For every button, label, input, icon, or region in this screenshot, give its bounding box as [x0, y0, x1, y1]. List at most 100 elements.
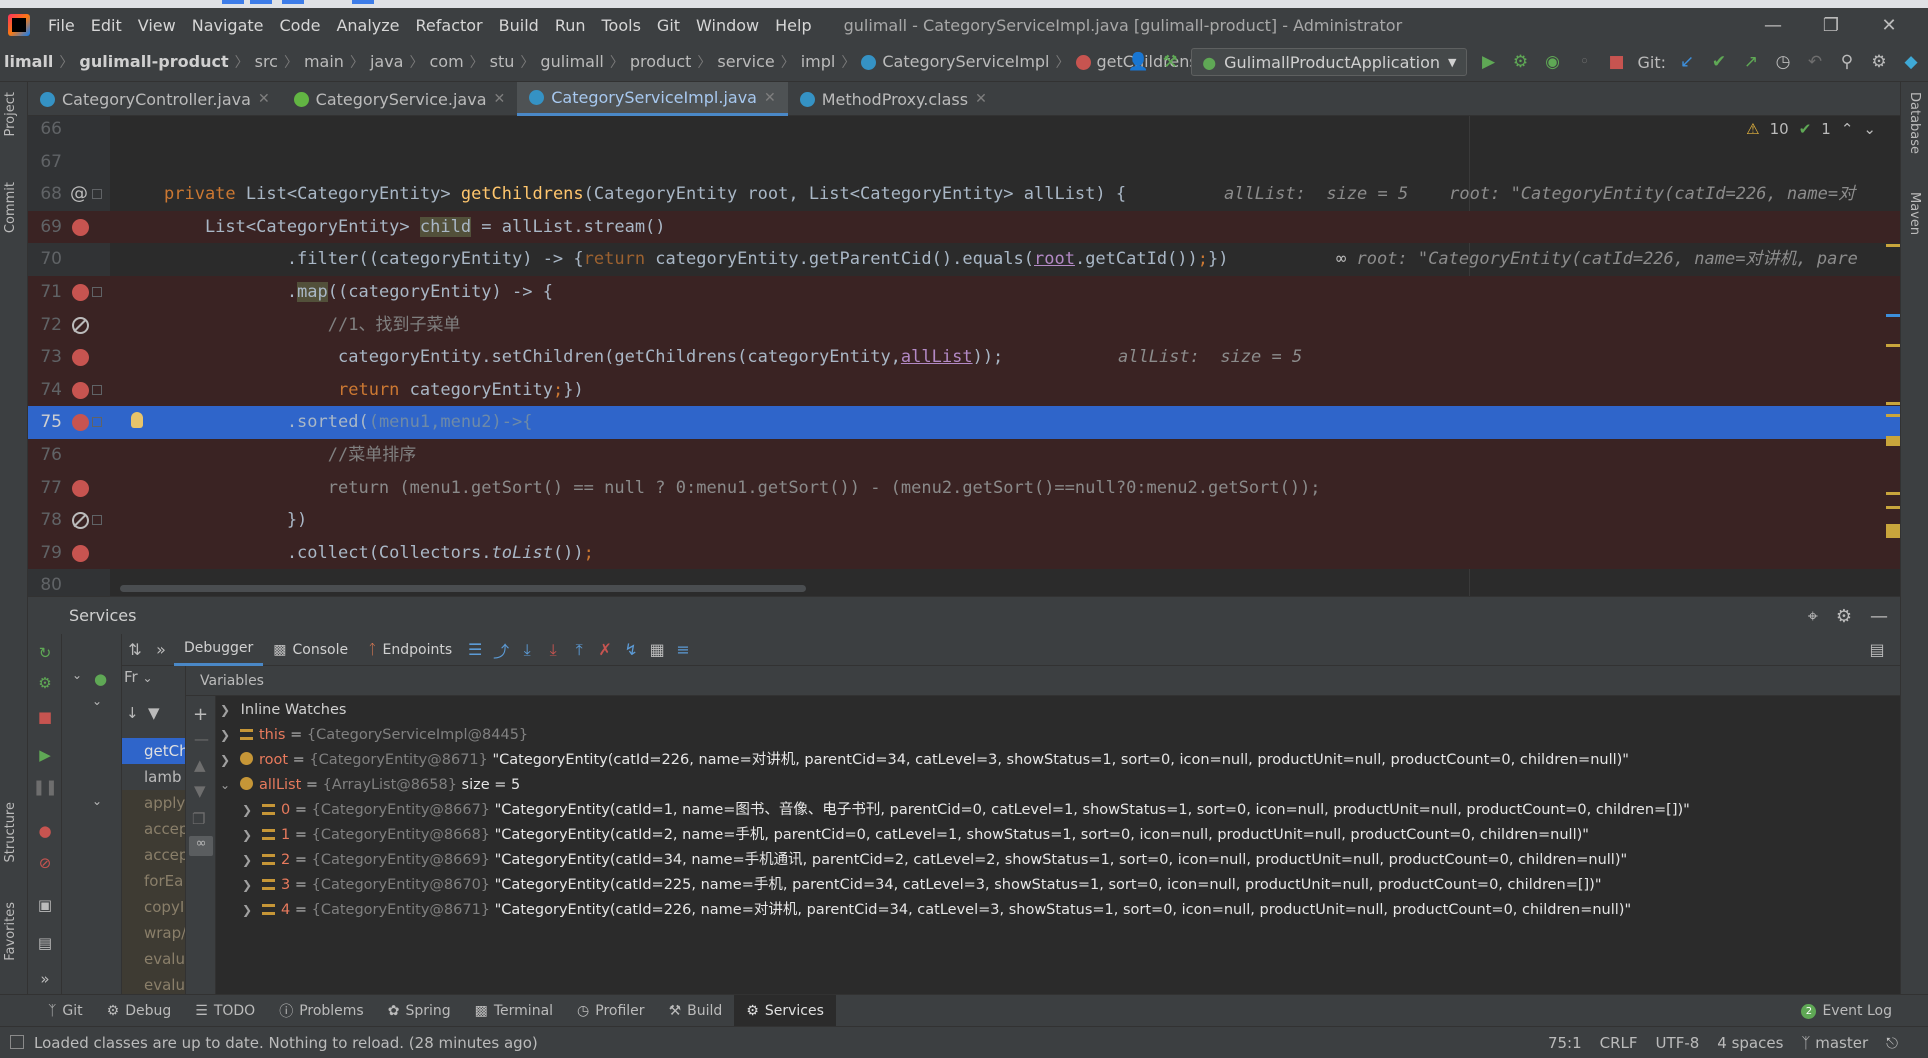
tool-debug[interactable]: ⚙ Debug	[95, 995, 184, 1027]
tab-category-service-impl[interactable]: CategoryServiceImpl.java ✕	[517, 82, 788, 116]
drop-frame-icon[interactable]: ✗	[592, 640, 618, 659]
tab-category-service[interactable]: CategoryService.java ✕	[282, 82, 518, 116]
move-down-icon[interactable]: ▼	[194, 782, 206, 800]
lock-icon[interactable]: ⎋	[1886, 1034, 1898, 1052]
plugin-icon[interactable]: ◆	[1900, 51, 1922, 73]
chevron-right-icon[interactable]: ❯	[220, 748, 236, 773]
coverage-icon[interactable]: ◉	[1541, 51, 1563, 73]
error-stripe[interactable]	[1886, 144, 1900, 594]
breakpoint-icon[interactable]	[72, 349, 89, 367]
breadcrumb-product[interactable]: product	[626, 52, 696, 71]
tool-terminal[interactable]: ▩ Terminal	[463, 995, 565, 1027]
rollback-icon[interactable]: ↶	[1804, 51, 1826, 73]
breadcrumb-service[interactable]: service	[713, 52, 778, 71]
variable-row[interactable]: ❯ 1 = {CategoryEntity@8668} "CategoryEnti…	[242, 823, 1589, 848]
debug-icon[interactable]: ⚙	[36, 674, 54, 692]
more-icon[interactable]: »	[148, 640, 174, 659]
muted-breakpoint-icon[interactable]	[72, 512, 89, 530]
restore-icon[interactable]: ❐	[1808, 8, 1854, 42]
mute-breakpoints-icon[interactable]: ⊘	[36, 854, 54, 872]
stripe-mark[interactable]	[1886, 314, 1900, 317]
evaluate-icon[interactable]: ▦	[644, 640, 670, 659]
move-up-icon[interactable]: ▲	[194, 756, 206, 774]
fold-icon[interactable]	[92, 189, 102, 200]
frames-list[interactable]: Fr ⌄ ↓ ▼ getCh lamb apply accep accep fo…	[122, 666, 186, 994]
breadcrumb-src[interactable]: src	[251, 52, 282, 71]
muted-breakpoint-icon[interactable]	[72, 316, 89, 334]
frame-item[interactable]: evalu	[122, 972, 185, 994]
breadcrumb-main[interactable]: main	[300, 52, 348, 71]
breadcrumb-com[interactable]: com	[425, 52, 467, 71]
project-tab[interactable]: Project	[3, 92, 18, 136]
fold-icon[interactable]	[92, 384, 102, 395]
tool-profiler[interactable]: ◷ Profiler	[565, 995, 657, 1027]
gear-icon[interactable]: ⚙	[1836, 606, 1852, 627]
tool-spring[interactable]: ✿ Spring	[376, 995, 463, 1027]
event-log[interactable]: 2 Event Log	[1801, 995, 1892, 1027]
stripe-mark[interactable]	[1886, 436, 1900, 446]
menu-navigate[interactable]: Navigate	[184, 16, 272, 35]
breakpoint-icon[interactable]	[72, 218, 89, 236]
frame-item[interactable]: copyI	[122, 894, 185, 920]
step-out-icon[interactable]: ⤒	[566, 640, 592, 660]
stripe-mark[interactable]	[1886, 524, 1900, 538]
implements-icon[interactable]: @	[70, 178, 88, 211]
close-icon[interactable]: ✕	[1866, 8, 1912, 42]
tab-debugger[interactable]: Debugger	[174, 634, 264, 666]
menu-refactor[interactable]: Refactor	[408, 16, 491, 35]
frame-item[interactable]: evalu	[122, 946, 185, 972]
breadcrumb-stu[interactable]: stu	[486, 52, 519, 71]
breadcrumb-class[interactable]: CategoryServiceImpl	[857, 52, 1053, 71]
chevron-down-icon[interactable]: ⌄	[72, 668, 82, 682]
profile-icon[interactable]: ◦	[1573, 51, 1595, 73]
chevron-right-icon[interactable]: ❯	[242, 873, 258, 898]
stripe-mark[interactable]	[1886, 506, 1900, 509]
arrow-down-icon[interactable]: ↓	[126, 704, 139, 722]
debug-icon[interactable]: ⚙	[1509, 51, 1531, 73]
file-encoding[interactable]: UTF-8	[1656, 1034, 1700, 1052]
search-icon[interactable]: ⚲	[1836, 51, 1858, 73]
chevron-right-icon[interactable]: ❯	[220, 698, 236, 723]
frame-item[interactable]: apply	[122, 790, 185, 816]
breadcrumb-module[interactable]: gulimall-product	[75, 52, 232, 71]
git-branch[interactable]: ᛉ master	[1801, 1034, 1868, 1052]
history-icon[interactable]: ◷	[1772, 51, 1794, 73]
chevron-right-icon[interactable]: ❯	[242, 848, 258, 873]
services-tree[interactable]: ⌄ ● ⌄ ⌄	[62, 634, 122, 994]
inline-watches-node[interactable]: ❯ Inline Watches	[220, 698, 346, 723]
commit-tab[interactable]: Commit	[3, 182, 18, 233]
frame-item[interactable]: getCh	[122, 738, 185, 764]
chevron-right-icon[interactable]: ❯	[242, 898, 258, 923]
indent-setting[interactable]: 4 spaces	[1717, 1034, 1783, 1052]
run-config-selector[interactable]: ● GulimallProductApplication ▼	[1191, 48, 1468, 76]
variable-row[interactable]: ❯ 2 = {CategoryEntity@8669} "CategoryEnti…	[242, 848, 1627, 873]
tab-category-controller[interactable]: CategoryController.java ✕	[28, 82, 282, 116]
add-watch-icon[interactable]: +	[193, 704, 208, 725]
structure-tab[interactable]: Structure	[3, 802, 18, 862]
layout-icon[interactable]: ▤	[36, 934, 54, 952]
chevron-down-icon[interactable]: ⌄	[220, 773, 236, 798]
menu-build[interactable]: Build	[491, 16, 547, 35]
frame-selector[interactable]: Fr ⌄	[124, 668, 153, 686]
menu-edit[interactable]: Edit	[83, 16, 130, 35]
hide-panel-icon[interactable]: —	[1870, 606, 1888, 627]
menu-view[interactable]: View	[130, 16, 184, 35]
close-icon[interactable]: ✕	[494, 91, 506, 107]
breadcrumb-gulimall[interactable]: gulimall	[536, 52, 607, 71]
breakpoint-icon[interactable]	[72, 544, 89, 562]
horizontal-scrollbar[interactable]	[120, 585, 806, 592]
view-breakpoints-icon[interactable]: ●	[36, 822, 54, 840]
tab-console[interactable]: ▩ Console	[263, 634, 358, 666]
user-icon[interactable]: 👤	[1127, 51, 1149, 73]
variable-row[interactable]: ❯ root = {CategoryEntity@8671} "CategoryE…	[220, 748, 1629, 773]
status-message[interactable]: Loaded classes are up to date. Nothing t…	[34, 1034, 538, 1052]
rerun-icon[interactable]: ↻	[36, 644, 54, 662]
stripe-mark[interactable]	[1886, 402, 1900, 405]
tool-todo[interactable]: ☰ TODO	[183, 995, 267, 1027]
pause-icon[interactable]: ❚❚	[32, 778, 57, 796]
remove-watch-icon[interactable]: —	[194, 730, 209, 748]
glasses-icon[interactable]: ∞	[189, 836, 213, 856]
breakpoint-icon[interactable]	[72, 479, 89, 497]
resume-icon[interactable]: ▶	[36, 746, 54, 764]
menu-run[interactable]: Run	[547, 16, 594, 35]
